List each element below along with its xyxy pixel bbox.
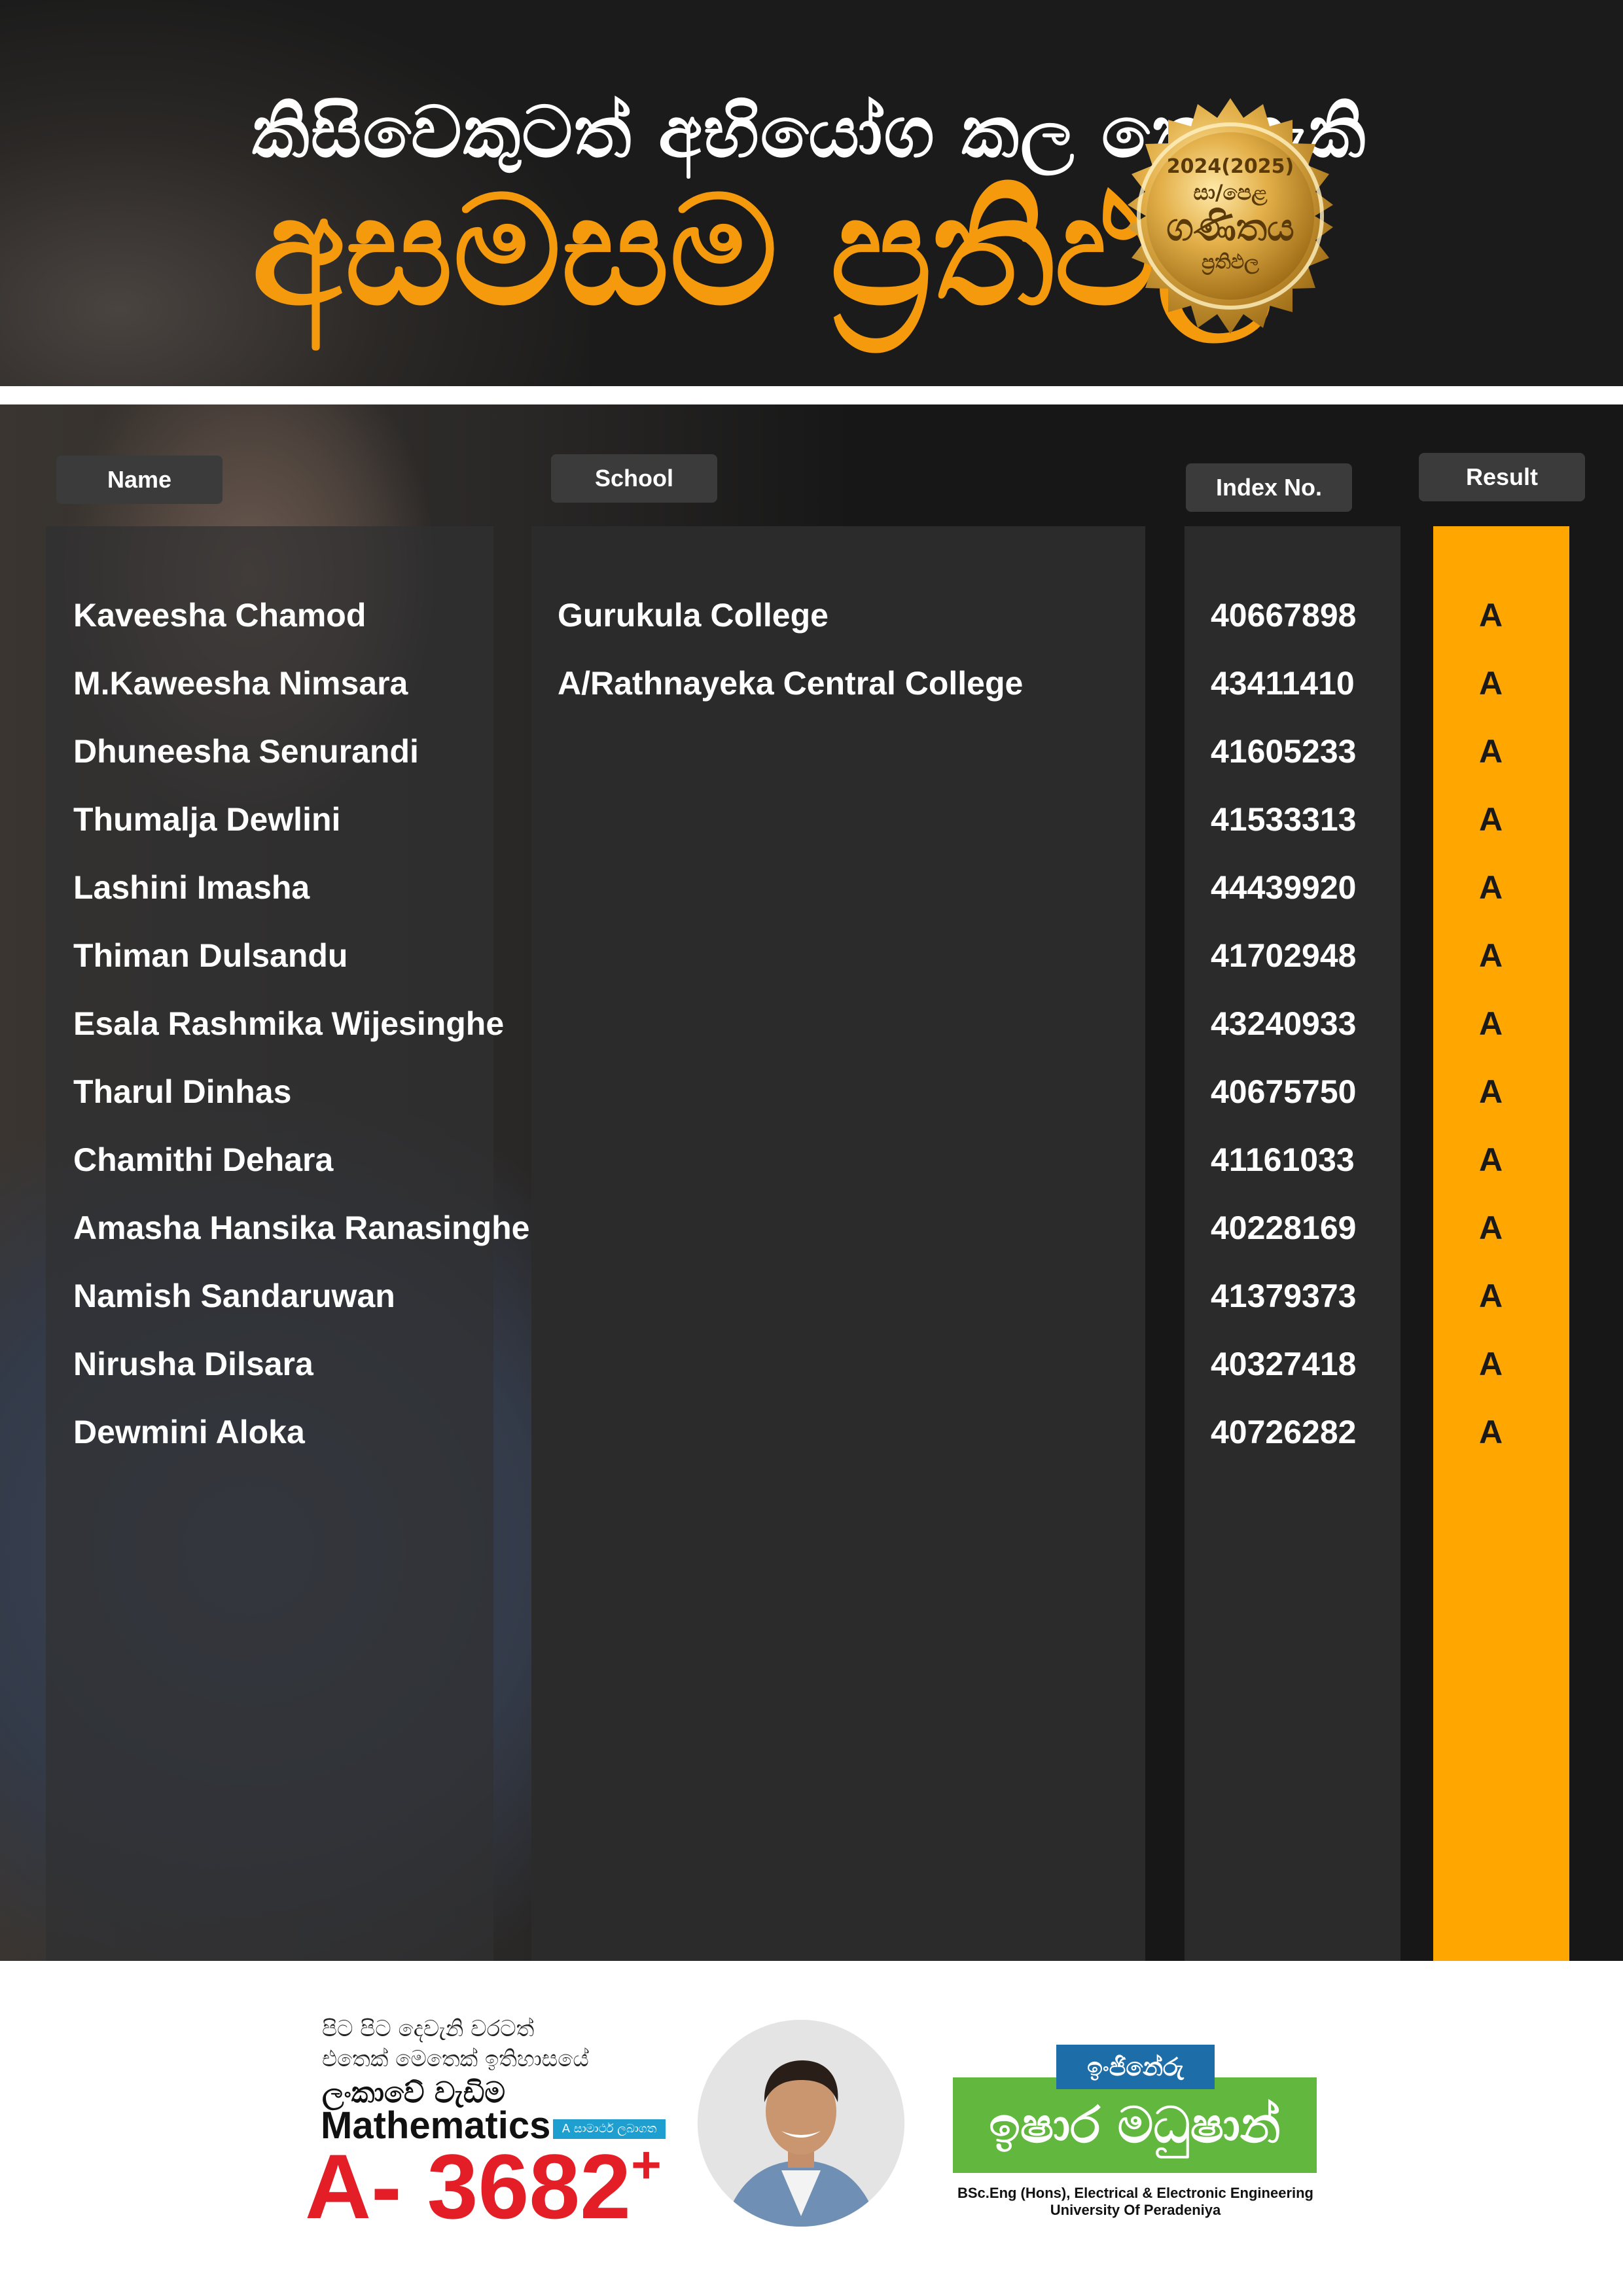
header: කිසිවෙකුටත් අභියෝග කල නොහැකි අසමසම ප්‍රත… xyxy=(0,0,1623,386)
seal-subject: ගණිතය xyxy=(1166,205,1294,249)
column-header-school: School xyxy=(551,454,717,503)
seal-year: 2024(2025) xyxy=(1166,155,1294,178)
index-number: 40327418 xyxy=(1211,1346,1357,1382)
table-row: Tharul Dinhas 40675750 A xyxy=(0,1058,1623,1126)
count-value: A- 3682 xyxy=(305,2135,632,2238)
school-name: Gurukula College xyxy=(558,597,829,634)
seal-label: ප්‍රතිඵල xyxy=(1202,251,1259,274)
result-grade: A xyxy=(1479,1278,1503,1314)
footer-tagline-2: එතෙක් මෙතෙක් ඉතිහාසයේ xyxy=(322,2046,589,2072)
student-name: Namish Sandaruwan xyxy=(73,1278,395,1314)
index-number: 41379373 xyxy=(1211,1278,1357,1314)
footer: පිට පිට දෙවැනි වරටත් එතෙක් මෙතෙක් ඉතිහාස… xyxy=(0,1961,1623,2296)
teacher-name: ඉෂාර මධුෂාන් xyxy=(953,2077,1317,2173)
index-number: 40228169 xyxy=(1211,1210,1357,1246)
result-grade: A xyxy=(1479,1005,1503,1042)
index-number: 41702948 xyxy=(1211,937,1357,974)
teacher-degree: BSc.Eng (Hons), Electrical & Electronic … xyxy=(957,2185,1313,2201)
index-number: 43411410 xyxy=(1211,665,1355,702)
result-grade: A xyxy=(1479,1141,1503,1178)
index-number: 40667898 xyxy=(1211,597,1357,634)
index-number: 44439920 xyxy=(1211,869,1357,906)
table-row: Dhuneesha Senurandi 41605233 A xyxy=(0,717,1623,785)
a-pass-count: A- 3682+ xyxy=(305,2136,662,2237)
column-header-name: Name xyxy=(56,456,223,504)
student-name: Dewmini Aloka xyxy=(73,1414,305,1450)
student-name: Nirusha Dilsara xyxy=(73,1346,313,1382)
results-poster: කිසිවෙකුටත් අභියෝග කල නොහැකි අසමසම ප්‍රත… xyxy=(0,0,1623,2296)
index-number: 40726282 xyxy=(1211,1414,1357,1450)
index-number: 43240933 xyxy=(1211,1005,1357,1042)
result-grade: A xyxy=(1479,1073,1503,1110)
results-table: Name School Index No. Result Kaveesha Ch… xyxy=(0,404,1623,1961)
result-grade: A xyxy=(1479,937,1503,974)
table-row: M.Kaweesha Nimsara A/Rathnayeka Central … xyxy=(0,649,1623,717)
student-name: Amasha Hansika Ranasinghe xyxy=(73,1210,530,1246)
student-name: Tharul Dinhas xyxy=(73,1073,292,1110)
teacher-university: University Of Peradeniya xyxy=(1050,2202,1221,2218)
column-header-index: Index No. xyxy=(1186,463,1352,512)
count-plus: + xyxy=(631,2136,662,2194)
teacher-avatar xyxy=(698,2020,904,2227)
result-grade: A xyxy=(1479,1346,1503,1382)
school-name: A/Rathnayeka Central College xyxy=(558,665,1024,702)
index-number: 40675750 xyxy=(1211,1073,1357,1110)
index-number: 41161033 xyxy=(1211,1141,1355,1178)
table-row: Esala Rashmika Wijesinghe 43240933 A xyxy=(0,990,1623,1058)
table-row: Kaveesha Chamod Gurukula College 4066789… xyxy=(0,581,1623,649)
table-row: Chamithi Dehara 41161033 A xyxy=(0,1126,1623,1194)
student-name: Thumalja Dewlini xyxy=(73,801,341,838)
student-name: Lashini Imasha xyxy=(73,869,310,906)
student-name: Thiman Dulsandu xyxy=(73,937,348,974)
index-number: 41605233 xyxy=(1211,733,1357,770)
result-grade: A xyxy=(1479,1414,1503,1450)
student-name: Dhuneesha Senurandi xyxy=(73,733,419,770)
table-row: Dewmini Aloka 40726282 A xyxy=(0,1398,1623,1466)
result-grade: A xyxy=(1479,1210,1503,1246)
table-row: Lashini Imasha 44439920 A xyxy=(0,853,1623,922)
result-grade: A xyxy=(1479,665,1503,702)
result-grade: A xyxy=(1479,869,1503,906)
result-grade: A xyxy=(1479,801,1503,838)
footer-tagline-1: පිට පිට දෙවැනි වරටත් xyxy=(322,2016,535,2042)
result-grade: A xyxy=(1479,597,1503,634)
student-name: M.Kaweesha Nimsara xyxy=(73,665,408,702)
student-name: Chamithi Dehara xyxy=(73,1141,334,1178)
column-header-result: Result xyxy=(1419,453,1585,501)
table-row: Thumalja Dewlini 41533313 A xyxy=(0,785,1623,853)
gold-seal: 2024(2025) සා/පෙළ ගණිතය ප්‍රතිඵල xyxy=(1109,95,1351,337)
table-row: Amasha Hansika Ranasinghe 40228169 A xyxy=(0,1194,1623,1262)
seal-exam: සා/පෙළ xyxy=(1193,180,1268,205)
table-row: Thiman Dulsandu 41702948 A xyxy=(0,922,1623,990)
table-row: Namish Sandaruwan 41379373 A xyxy=(0,1262,1623,1330)
result-grade: A xyxy=(1479,733,1503,770)
teacher-portrait-icon xyxy=(698,2020,904,2227)
index-number: 41533313 xyxy=(1211,801,1357,838)
student-name: Esala Rashmika Wijesinghe xyxy=(73,1005,505,1042)
teacher-role: ඉංජිනේරු xyxy=(1056,2045,1215,2089)
student-name: Kaveesha Chamod xyxy=(73,597,366,634)
table-row: Nirusha Dilsara 40327418 A xyxy=(0,1330,1623,1398)
header-divider xyxy=(0,386,1623,404)
